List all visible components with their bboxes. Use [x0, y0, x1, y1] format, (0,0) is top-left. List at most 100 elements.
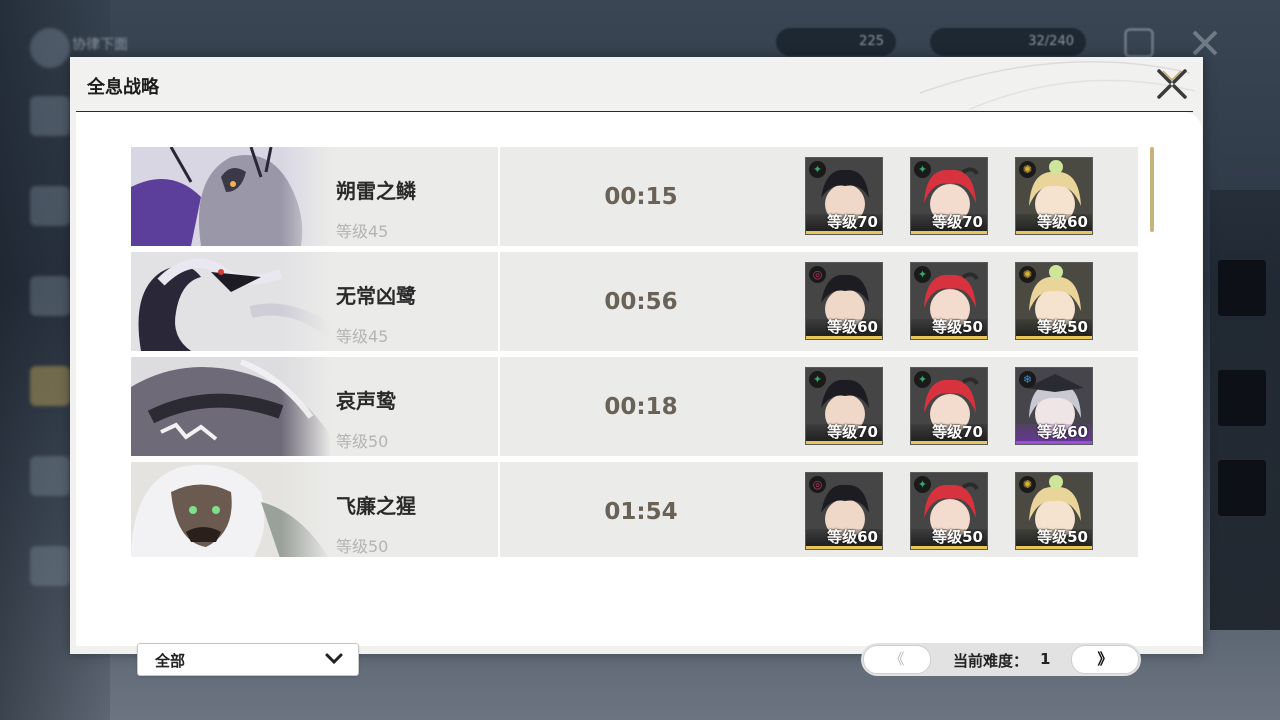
team-member-1[interactable]: ◎ 等级60	[805, 262, 883, 340]
boss-name: 无常凶鹭	[336, 284, 416, 308]
clear-time: 00:15	[604, 184, 678, 210]
next-difficulty-button[interactable]: 》	[1071, 645, 1139, 674]
team-member-level: 等级70	[932, 213, 983, 231]
team-member-level: 等级60	[1037, 213, 1088, 231]
team-member-level: 等级70	[827, 213, 878, 231]
aero-icon: ✦	[914, 161, 931, 178]
aero-icon: ✦	[809, 161, 826, 178]
clear-time: 00:18	[604, 394, 678, 420]
team-member-2[interactable]: ✦ 等级50	[910, 472, 988, 550]
menu-icon-active	[30, 366, 70, 406]
spectro-icon: ✺	[1019, 161, 1036, 178]
menu-icon	[30, 276, 70, 316]
aero-icon: ✦	[914, 266, 931, 283]
list-item[interactable]: 无常凶鹭 等级45 00:56 ◎ 等级60 ✦ 等级50 ✺ 等级50	[131, 252, 1138, 351]
row-divider	[498, 462, 500, 557]
panel-header: 全息战略	[70, 57, 1203, 112]
aero-icon: ✦	[914, 371, 931, 388]
boss-portrait	[131, 147, 331, 246]
filter-dropdown[interactable]: 全部	[137, 643, 359, 676]
background-box	[1218, 260, 1266, 316]
boss-level: 等级50	[336, 537, 389, 556]
menu-icon	[30, 546, 70, 586]
rarity-bar	[806, 336, 882, 339]
team-member-1[interactable]: ✦ 等级70	[805, 367, 883, 445]
avatar-icon	[30, 28, 70, 68]
rarity-bar	[1016, 231, 1092, 234]
menu-icon	[30, 186, 70, 226]
close-button[interactable]	[1155, 67, 1189, 101]
difficulty-pager: 《 当前难度： 1 》	[861, 643, 1141, 676]
list-scrollbar[interactable]	[1150, 147, 1154, 232]
boss-portrait	[131, 357, 331, 456]
clear-time: 01:54	[604, 499, 678, 525]
currency-b: 32/240	[930, 28, 1086, 56]
chevron-down-icon	[325, 653, 343, 665]
team-member-level: 等级70	[932, 423, 983, 441]
rarity-bar	[806, 231, 882, 234]
background-box	[1218, 460, 1266, 516]
team-member-1[interactable]: ◎ 等级60	[805, 472, 883, 550]
prev-difficulty-button[interactable]: 《	[863, 645, 931, 674]
difficulty-label: 当前难度：	[953, 652, 1029, 670]
team-member-3[interactable]: ❄ 等级60	[1015, 367, 1093, 445]
close-icon	[1157, 69, 1187, 99]
difficulty-value: 1	[1040, 650, 1051, 668]
row-divider	[498, 147, 500, 246]
rarity-bar	[1016, 546, 1092, 549]
background-title: 协律下面	[72, 37, 128, 53]
team-member-level: 等级50	[1037, 528, 1088, 546]
menu-icon	[30, 96, 70, 136]
team-member-level: 等级50	[932, 318, 983, 336]
clear-time: 00:56	[604, 289, 678, 315]
boss-level: 等级50	[336, 432, 389, 451]
panel-title: 全息战略	[87, 77, 159, 98]
team-member-2[interactable]: ✦ 等级70	[910, 157, 988, 235]
list-item[interactable]: 飞廉之猩 等级50 01:54 ◎ 等级60 ✦ 等级50 ✺ 等级50	[131, 462, 1138, 557]
team-member-3[interactable]: ✺ 等级60	[1015, 157, 1093, 235]
background-box	[1218, 370, 1266, 426]
team-member-2[interactable]: ✦ 等级70	[910, 367, 988, 445]
rarity-bar	[806, 441, 882, 444]
team-member-level: 等级70	[827, 423, 878, 441]
boss-name: 飞廉之猩	[336, 494, 416, 518]
background-right-panel	[1210, 190, 1280, 630]
team-member-level: 等级50	[932, 528, 983, 546]
boss-level: 等级45	[336, 327, 389, 346]
spectro-icon: ✺	[1019, 476, 1036, 493]
boss-portrait	[131, 462, 331, 557]
team-member-3[interactable]: ✺ 等级50	[1015, 472, 1093, 550]
list-item[interactable]: 哀声鸷 等级50 00:18 ✦ 等级70 ✦ 等级70 ❄ 等级60	[131, 357, 1138, 456]
boss-name: 哀声鸷	[336, 389, 396, 413]
list-item[interactable]: 朔雷之鳞 等级45 00:15 ✦ 等级70 ✦ 等级70 ✺ 等级60	[131, 147, 1138, 246]
aero-icon: ✦	[809, 371, 826, 388]
aero-icon: ✦	[914, 476, 931, 493]
rarity-bar	[1016, 336, 1092, 339]
filter-label: 全部	[155, 652, 186, 670]
boss-name: 朔雷之鳞	[336, 179, 416, 203]
team-member-level: 等级50	[1037, 318, 1088, 336]
team-member-1[interactable]: ✦ 等级70	[805, 157, 883, 235]
boss-level: 等级45	[336, 222, 389, 241]
spectro-icon: ✺	[1019, 266, 1036, 283]
team-member-level: 等级60	[827, 318, 878, 336]
team-member-3[interactable]: ✺ 等级50	[1015, 262, 1093, 340]
strategy-list: 朔雷之鳞 等级45 00:15 ✦ 等级70 ✦ 等级70 ✺ 等级60 无常凶…	[131, 147, 1146, 557]
fusion-icon: ◎	[809, 266, 826, 283]
menu-icon	[30, 456, 70, 496]
rarity-bar	[911, 441, 987, 444]
team-member-level: 等级60	[827, 528, 878, 546]
row-divider	[498, 357, 500, 456]
team-member-2[interactable]: ✦ 等级50	[910, 262, 988, 340]
fusion-icon: ◎	[809, 476, 826, 493]
rarity-bar	[911, 546, 987, 549]
rarity-bar	[911, 336, 987, 339]
panel-body: 朔雷之鳞 等级45 00:15 ✦ 等级70 ✦ 等级70 ✺ 等级60 无常凶…	[76, 112, 1202, 676]
glacio-icon: ❄	[1019, 371, 1036, 388]
boss-portrait	[131, 252, 331, 351]
rarity-bar	[806, 546, 882, 549]
holographic-strategy-panel: 全息战略 朔雷之鳞 等级45 00:15 ✦ 等级70 ✦ 等级70 ✺ 等级6…	[70, 57, 1203, 676]
team-member-level: 等级60	[1037, 423, 1088, 441]
rarity-bar	[911, 231, 987, 234]
rarity-bar	[1016, 441, 1092, 444]
